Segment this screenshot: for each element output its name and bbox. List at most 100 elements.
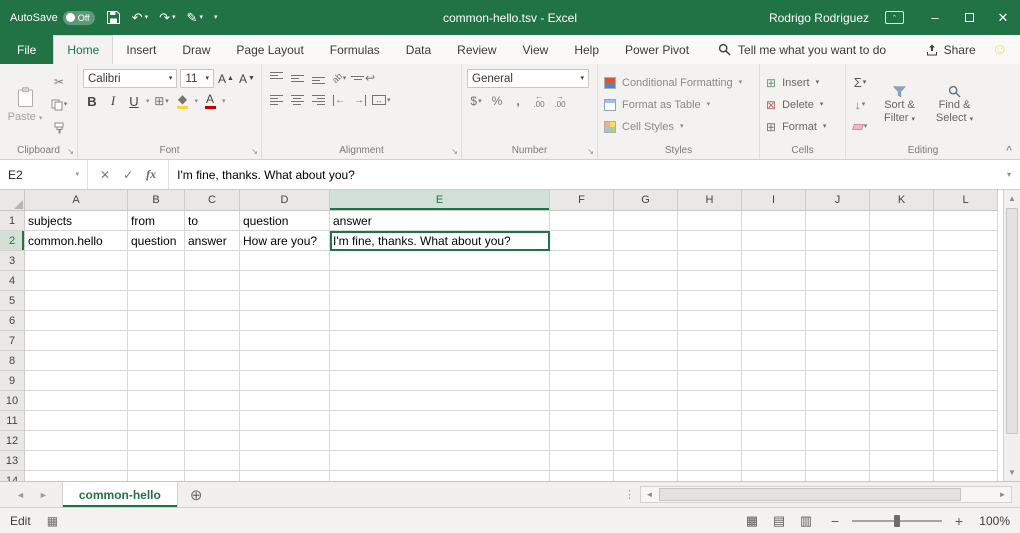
cell-K10[interactable] — [870, 391, 934, 411]
inking-pen-button[interactable]: ✎▾ — [187, 11, 203, 24]
cell-L7[interactable] — [934, 331, 998, 351]
user-name[interactable]: Rodrigo Rodriguez — [769, 11, 869, 25]
cell-D1[interactable]: question — [240, 211, 330, 231]
row-header-8[interactable]: 8 — [0, 351, 25, 371]
decrease-indent-button[interactable]: ← — [330, 91, 348, 109]
scroll-right-button[interactable]: ► — [994, 487, 1011, 502]
autosave-pill[interactable]: Off — [63, 11, 95, 25]
cell-K4[interactable] — [870, 271, 934, 291]
cell-E3[interactable] — [330, 251, 550, 271]
cell-C8[interactable] — [185, 351, 240, 371]
row-header-12[interactable]: 12 — [0, 431, 25, 451]
cell-G12[interactable] — [614, 431, 678, 451]
cell-H14[interactable] — [678, 471, 742, 481]
cell-L10[interactable] — [934, 391, 998, 411]
cell-A12[interactable] — [25, 431, 128, 451]
cell-E6[interactable] — [330, 311, 550, 331]
conditional-formatting-button[interactable]: Conditional Formatting▾ — [604, 73, 753, 93]
zoom-in-button[interactable]: + — [952, 513, 966, 529]
cell-D5[interactable] — [240, 291, 330, 311]
column-header-L[interactable]: L — [934, 190, 998, 211]
maximize-button[interactable] — [952, 0, 986, 35]
cell-I11[interactable] — [742, 411, 806, 431]
cell-B12[interactable] — [128, 431, 185, 451]
cell-F12[interactable] — [550, 431, 614, 451]
sort-filter-button[interactable]: Sort & Filter ▾ — [872, 67, 927, 142]
cell-L6[interactable] — [934, 311, 998, 331]
comma-style-button[interactable]: , — [509, 92, 527, 110]
cell-C5[interactable] — [185, 291, 240, 311]
cell-I13[interactable] — [742, 451, 806, 471]
cell-C4[interactable] — [185, 271, 240, 291]
cell-L8[interactable] — [934, 351, 998, 371]
cell-G7[interactable] — [614, 331, 678, 351]
cell-F13[interactable] — [550, 451, 614, 471]
tab-page-layout[interactable]: Page Layout — [223, 35, 316, 64]
cell-G10[interactable] — [614, 391, 678, 411]
normal-view-button[interactable]: ▦ — [740, 511, 764, 531]
cell-C1[interactable]: to — [185, 211, 240, 231]
cell-A10[interactable] — [25, 391, 128, 411]
tab-help[interactable]: Help — [561, 35, 612, 64]
cell-E8[interactable] — [330, 351, 550, 371]
cell-K2[interactable] — [870, 231, 934, 251]
insert-function-button[interactable]: fx — [146, 167, 156, 182]
cell-A2[interactable]: common.hello — [25, 231, 128, 251]
cell-K11[interactable] — [870, 411, 934, 431]
cell-F5[interactable] — [550, 291, 614, 311]
cell-H9[interactable] — [678, 371, 742, 391]
cell-F2[interactable] — [550, 231, 614, 251]
cell-C3[interactable] — [185, 251, 240, 271]
cell-J10[interactable] — [806, 391, 870, 411]
cell-A3[interactable] — [25, 251, 128, 271]
cell-I14[interactable] — [742, 471, 806, 481]
cell-D9[interactable] — [240, 371, 330, 391]
cell-E1[interactable]: answer — [330, 211, 550, 231]
cell-B1[interactable]: from — [128, 211, 185, 231]
cell-H1[interactable] — [678, 211, 742, 231]
format-as-table-button[interactable]: Format as Table▾ — [604, 95, 753, 115]
cell-K13[interactable] — [870, 451, 934, 471]
format-cells-button[interactable]: ⊞Format▾ — [766, 117, 839, 137]
copy-button[interactable]: ▾ — [50, 96, 68, 114]
vscroll-track[interactable] — [1004, 207, 1020, 464]
scroll-left-button[interactable]: ◄ — [641, 487, 658, 502]
cell-D6[interactable] — [240, 311, 330, 331]
cell-F11[interactable] — [550, 411, 614, 431]
row-header-5[interactable]: 5 — [0, 291, 25, 311]
cell-F6[interactable] — [550, 311, 614, 331]
column-header-G[interactable]: G — [614, 190, 678, 211]
zoom-slider-thumb[interactable] — [894, 515, 900, 527]
save-button[interactable] — [106, 10, 121, 25]
cell-K6[interactable] — [870, 311, 934, 331]
cell-E11[interactable] — [330, 411, 550, 431]
cell-G3[interactable] — [614, 251, 678, 271]
hscroll-track[interactable] — [658, 487, 994, 502]
cell-F4[interactable] — [550, 271, 614, 291]
row-header-2[interactable]: 2 — [0, 231, 25, 251]
cell-I9[interactable] — [742, 371, 806, 391]
cell-D11[interactable] — [240, 411, 330, 431]
column-header-J[interactable]: J — [806, 190, 870, 211]
cell-B13[interactable] — [128, 451, 185, 471]
bold-button[interactable]: B — [83, 92, 101, 110]
zoom-out-button[interactable]: − — [828, 513, 842, 529]
cell-A9[interactable] — [25, 371, 128, 391]
cell-B10[interactable] — [128, 391, 185, 411]
cell-A4[interactable] — [25, 271, 128, 291]
cell-J12[interactable] — [806, 431, 870, 451]
cell-L3[interactable] — [934, 251, 998, 271]
column-header-D[interactable]: D — [240, 190, 330, 211]
select-all-button[interactable] — [0, 190, 25, 211]
font-color-button[interactable]: A — [201, 92, 219, 110]
cell-E12[interactable] — [330, 431, 550, 451]
borders-button[interactable]: ⊞▾ — [153, 92, 171, 110]
cell-H2[interactable] — [678, 231, 742, 251]
cell-A11[interactable] — [25, 411, 128, 431]
column-header-E[interactable]: E — [330, 190, 550, 211]
cell-F7[interactable] — [550, 331, 614, 351]
add-sheet-button[interactable]: ⊕ — [178, 482, 215, 507]
cell-D10[interactable] — [240, 391, 330, 411]
alignment-dialog-launcher[interactable]: ↘ — [451, 148, 458, 156]
cell-I5[interactable] — [742, 291, 806, 311]
